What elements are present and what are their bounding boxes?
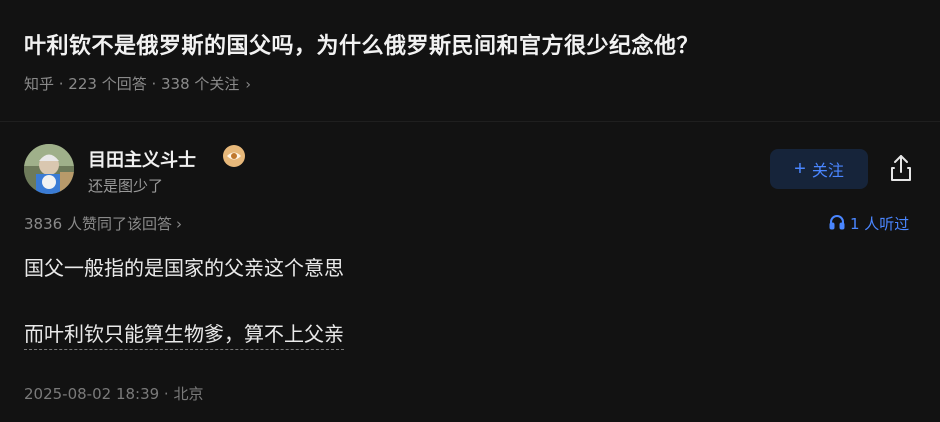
answer-paragraph: 而叶利钦只能算生物爹，算不上父亲	[24, 318, 344, 350]
follow-label: 关注	[811, 163, 844, 180]
answer-paragraph-text[interactable]: 而叶利钦只能算生物爹，算不上父亲	[24, 322, 344, 350]
likes-count[interactable]: 3836 人赞同了该回答 ›	[24, 213, 182, 234]
share-icon[interactable]	[884, 151, 918, 185]
headphones-icon	[829, 214, 845, 234]
chevron-right-icon: ›	[175, 215, 182, 233]
follow-button[interactable]: + 关注	[770, 149, 868, 189]
question-header: 叶利钦不是俄罗斯的国父吗，为什么俄罗斯民间和官方很少纪念他？ 知乎 · 223 …	[0, 0, 940, 121]
question-meta[interactable]: 知乎 · 223 个回答 · 338 个关注 ›	[24, 73, 251, 94]
author-bio: 还是图少了	[88, 177, 164, 195]
listen-text: 1 人听过	[850, 215, 910, 233]
plus-icon: +	[794, 158, 806, 180]
question-title[interactable]: 叶利钦不是俄罗斯的国父吗，为什么俄罗斯民间和官方很少纪念他？	[24, 28, 699, 60]
answer-paragraph: 国父一般指的是国家的父亲这个意思	[24, 256, 344, 280]
likes-text: 3836 人赞同了该回答	[24, 215, 172, 233]
divider	[0, 121, 940, 122]
avatar[interactable]	[24, 144, 74, 194]
listen-count[interactable]: 1 人听过	[829, 213, 909, 234]
chevron-right-icon: ›	[245, 77, 252, 93]
eye-badge-icon	[222, 144, 246, 168]
question-meta-text: 知乎 · 223 个回答 · 338 个关注	[24, 75, 240, 93]
author-name[interactable]: 目田主义斗士	[88, 146, 196, 172]
answer-timestamp: 2025-08-02 18:39 · 北京	[24, 385, 204, 403]
